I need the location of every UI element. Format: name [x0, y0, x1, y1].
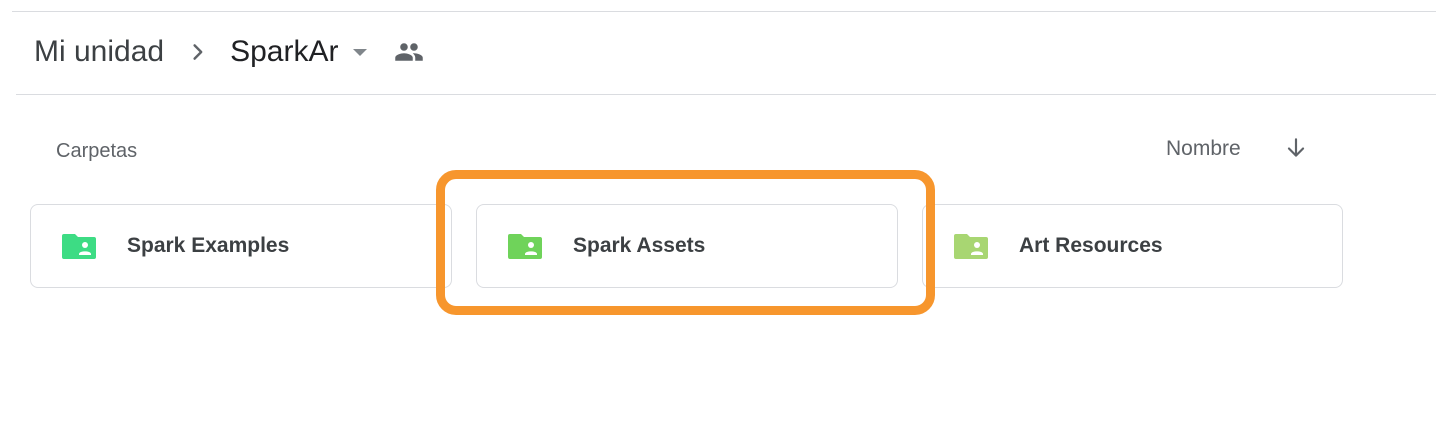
shared-folder-icon [508, 234, 542, 259]
folder-card-spark-examples[interactable]: Spark Examples [30, 204, 452, 288]
breadcrumb-root[interactable]: Mi unidad [34, 28, 164, 76]
caret-down-icon[interactable] [348, 40, 372, 64]
people-icon[interactable] [392, 35, 426, 69]
breadcrumb-current[interactable]: SparkAr [230, 28, 338, 76]
section-label-folders: Carpetas [56, 140, 138, 162]
folder-name: Spark Assets [573, 234, 706, 257]
arrow-down-icon[interactable] [1282, 134, 1310, 162]
folder-card-art-resources[interactable]: Art Resources [922, 204, 1343, 288]
folder-card-spark-assets[interactable]: Spark Assets [476, 204, 898, 288]
folder-name: Art Resources [1019, 234, 1163, 257]
folder-name: Spark Examples [127, 234, 290, 257]
breadcrumb: Mi unidad SparkAr [34, 28, 426, 76]
top-divider [12, 11, 1436, 12]
shared-folder-icon [62, 234, 96, 259]
header-divider [16, 94, 1436, 95]
shared-folder-icon [954, 234, 988, 259]
chevron-right-icon [186, 40, 210, 64]
sort-by-name-button[interactable]: Nombre [1166, 138, 1241, 160]
